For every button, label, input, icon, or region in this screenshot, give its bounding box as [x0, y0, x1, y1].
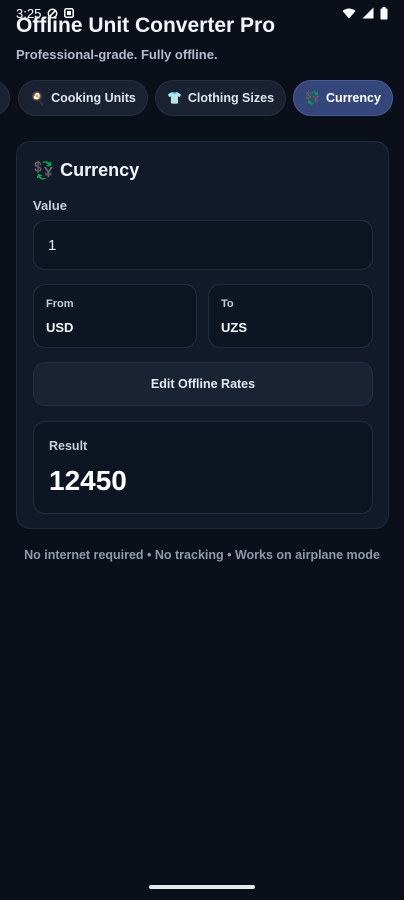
card-header: 💱 Currency [33, 160, 139, 181]
status-left: 3:25 [16, 5, 75, 21]
tab-label: Cooking Units [51, 91, 136, 105]
card-title: Currency [60, 160, 140, 180]
converter-card: 💱 Currency Value From USD To UZS Edit Of… [16, 141, 389, 529]
signal-icon [362, 7, 374, 19]
to-label: To [221, 298, 234, 310]
page-subtitle: Professional-grade. Fully offline. [16, 47, 218, 62]
wifi-icon [342, 8, 356, 19]
value-label: Value [33, 198, 67, 213]
tab-label: Clothing Sizes [187, 91, 275, 105]
battery-icon [380, 6, 388, 20]
status-time: 3:25 [16, 5, 42, 21]
result-label: Result [49, 439, 88, 453]
status-bar: 3:25 [0, 0, 404, 26]
tab-cooking-units[interactable]: 🍳 Cooking Units [18, 80, 148, 116]
dnd-icon [47, 8, 58, 19]
currency-exchange-icon: 💱 [33, 161, 55, 180]
cooking-icon: 🍳 [30, 91, 46, 105]
notification-icon [64, 8, 75, 18]
result-value: 12450 [49, 465, 127, 496]
status-right [342, 6, 388, 20]
result-box: Result 12450 [33, 421, 373, 514]
tab-label: Currency [326, 91, 381, 105]
value-input[interactable] [33, 220, 373, 270]
tab-clothing-sizes[interactable]: 👕 Clothing Sizes [155, 80, 286, 116]
app-screen: 3:25 Offline Unit Converter Pro Professi… [0, 0, 404, 900]
currency-exchange-icon: 💱 [305, 91, 321, 105]
from-currency-select[interactable]: From USD [33, 284, 197, 348]
category-tabs: 🍳 Cooking Units 👕 Clothing Sizes 💱 Curre… [0, 80, 404, 116]
tab-currency[interactable]: 💱 Currency [293, 80, 393, 116]
tab-partial[interactable] [0, 80, 10, 116]
home-indicator[interactable] [149, 885, 255, 889]
footer-note: No internet required • No tracking • Wor… [24, 548, 380, 562]
from-value: USD [46, 320, 74, 335]
edit-offline-rates-button[interactable]: Edit Offline Rates [33, 362, 373, 406]
from-label: From [46, 298, 74, 310]
to-value: UZS [221, 320, 247, 335]
shirt-icon: 👕 [166, 91, 182, 105]
to-currency-select[interactable]: To UZS [208, 284, 373, 348]
